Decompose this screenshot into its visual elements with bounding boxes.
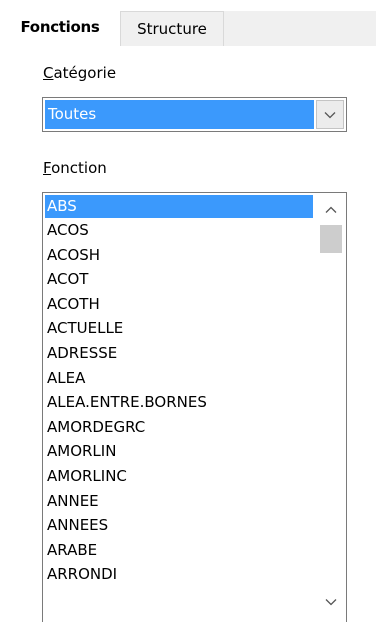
function-list-item[interactable]: ACOS bbox=[43, 218, 313, 243]
function-list-item[interactable]: ADRESSE bbox=[43, 341, 313, 366]
tab-structure-label: Structure bbox=[137, 20, 207, 38]
function-list-item[interactable]: ACOSH bbox=[43, 243, 313, 268]
tab-bar: Fonctions Structure bbox=[0, 8, 376, 46]
function-list-item[interactable]: ARABE bbox=[43, 538, 313, 563]
chevron-down-icon bbox=[325, 599, 337, 606]
scroll-down-button[interactable] bbox=[316, 591, 346, 613]
function-list-item[interactable]: ALEA bbox=[43, 366, 313, 391]
scroll-thumb[interactable] bbox=[320, 225, 342, 253]
function-list-item[interactable]: ANNEE bbox=[43, 489, 313, 514]
chevron-down-icon bbox=[324, 111, 336, 118]
function-list-item[interactable]: ANNEES bbox=[43, 513, 313, 538]
function-label: Fonction bbox=[43, 159, 107, 177]
tab-fonctions-label: Fonctions bbox=[20, 18, 100, 36]
function-list-items: ABS ACOS ACOSH ACOT ACOTH ACTUELLE ADRESSE ALEA… bbox=[43, 193, 313, 587]
function-list-item[interactable]: AMORLINC bbox=[43, 464, 313, 489]
function-list-item[interactable]: ABS bbox=[45, 195, 313, 218]
chevron-up-icon bbox=[325, 206, 337, 213]
tab-structure[interactable]: Structure bbox=[120, 11, 224, 46]
function-list-item[interactable]: AMORDEGRC bbox=[43, 415, 313, 440]
function-list-scrollbar[interactable] bbox=[316, 193, 346, 622]
function-list-item[interactable]: ARRONDI bbox=[43, 562, 313, 587]
function-list-item[interactable]: ALEA.ENTRE.BORNES bbox=[43, 390, 313, 415]
function-list-item[interactable]: ACOTH bbox=[43, 292, 313, 317]
function-list[interactable]: ABS ACOS ACOSH ACOT ACOTH ACTUELLE ADRESSE ALEA… bbox=[42, 192, 347, 622]
tab-bar-filler bbox=[224, 11, 376, 46]
function-list-item[interactable]: ACOT bbox=[43, 267, 313, 292]
tab-fonctions[interactable]: Fonctions bbox=[0, 8, 120, 46]
category-select[interactable]: Toutes bbox=[42, 97, 347, 132]
category-label: Catégorie bbox=[43, 64, 117, 82]
category-dropdown-button[interactable] bbox=[316, 100, 344, 129]
function-list-item[interactable]: AMORLIN bbox=[43, 439, 313, 464]
category-select-value: Toutes bbox=[45, 100, 314, 129]
function-list-item[interactable]: ACTUELLE bbox=[43, 316, 313, 341]
scroll-up-button[interactable] bbox=[316, 199, 346, 221]
